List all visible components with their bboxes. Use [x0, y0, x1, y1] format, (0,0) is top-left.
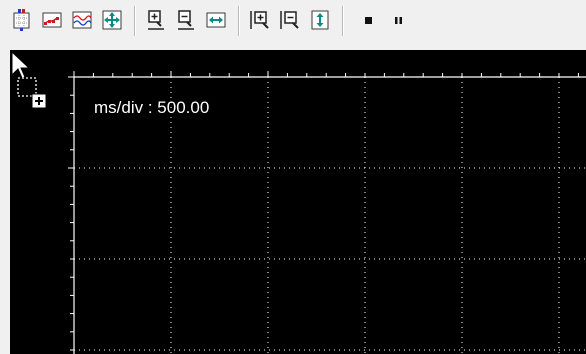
- oscilloscope-display[interactable]: ms/div : 500.00: [10, 50, 586, 354]
- fit-horizontal-icon[interactable]: [202, 6, 230, 34]
- toolbar-separator: [238, 6, 240, 36]
- pause-icon[interactable]: [384, 6, 412, 34]
- zoom-in-vertical-icon[interactable]: [246, 6, 274, 34]
- toolbar-separator: [134, 6, 136, 36]
- zoom-out-icon[interactable]: [172, 6, 200, 34]
- fit-vertical-icon[interactable]: [306, 6, 334, 34]
- trace-points-icon[interactable]: [38, 6, 66, 34]
- toolbar-separator: [342, 6, 344, 36]
- drag-add-cursor-icon: [11, 50, 47, 109]
- channel-select-icon[interactable]: [8, 6, 36, 34]
- zoom-out-vertical-icon[interactable]: [276, 6, 304, 34]
- time-per-div-readout: ms/div : 500.00: [94, 98, 210, 117]
- zoom-in-icon[interactable]: [142, 6, 170, 34]
- waveform-icon[interactable]: [68, 6, 96, 34]
- scope-grid: [68, 71, 586, 354]
- scope-frame: ms/div : 500.00: [0, 44, 586, 354]
- toolbar: [0, 0, 586, 45]
- pan-move-icon[interactable]: [98, 6, 126, 34]
- stop-icon[interactable]: [354, 6, 382, 34]
